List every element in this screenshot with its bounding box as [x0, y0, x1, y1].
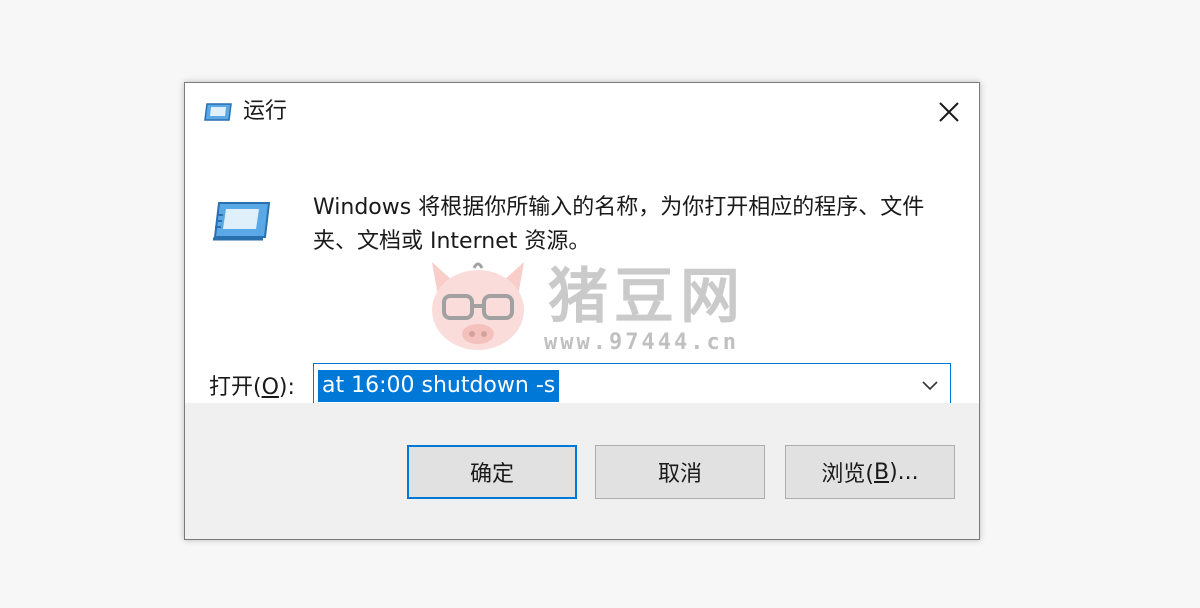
title-bar[interactable]: 运行 [185, 83, 979, 143]
close-icon [939, 102, 959, 122]
dialog-body: Windows 将根据你所输入的名称，为你打开相应的程序、文件夹、文档或 Int… [185, 143, 979, 409]
chevron-down-icon [922, 381, 938, 391]
button-bar: 确定 取消 浏览(B)... [185, 403, 979, 539]
browse-button[interactable]: 浏览(B)... [785, 445, 955, 499]
command-input-value[interactable]: at 16:00 shutdown -s [318, 370, 560, 402]
cancel-button[interactable]: 取消 [595, 445, 765, 499]
ok-button[interactable]: 确定 [407, 445, 577, 499]
window-title: 运行 [243, 99, 288, 124]
run-dialog: 运行 Windows 将根据你所输入的名称，为你打开相应的程序、文件夹、文档或 … [184, 82, 980, 540]
desktop-background: 运行 Windows 将根据你所输入的名称，为你打开相应的程序、文件夹、文档或 … [0, 0, 1200, 608]
run-icon [204, 103, 232, 121]
close-button[interactable] [919, 83, 979, 141]
open-label: 打开(O): [209, 375, 295, 400]
run-large-icon [213, 202, 271, 241]
description-text: Windows 将根据你所输入的名称，为你打开相应的程序、文件夹、文档或 Int… [313, 195, 925, 254]
dropdown-button[interactable] [916, 372, 944, 400]
